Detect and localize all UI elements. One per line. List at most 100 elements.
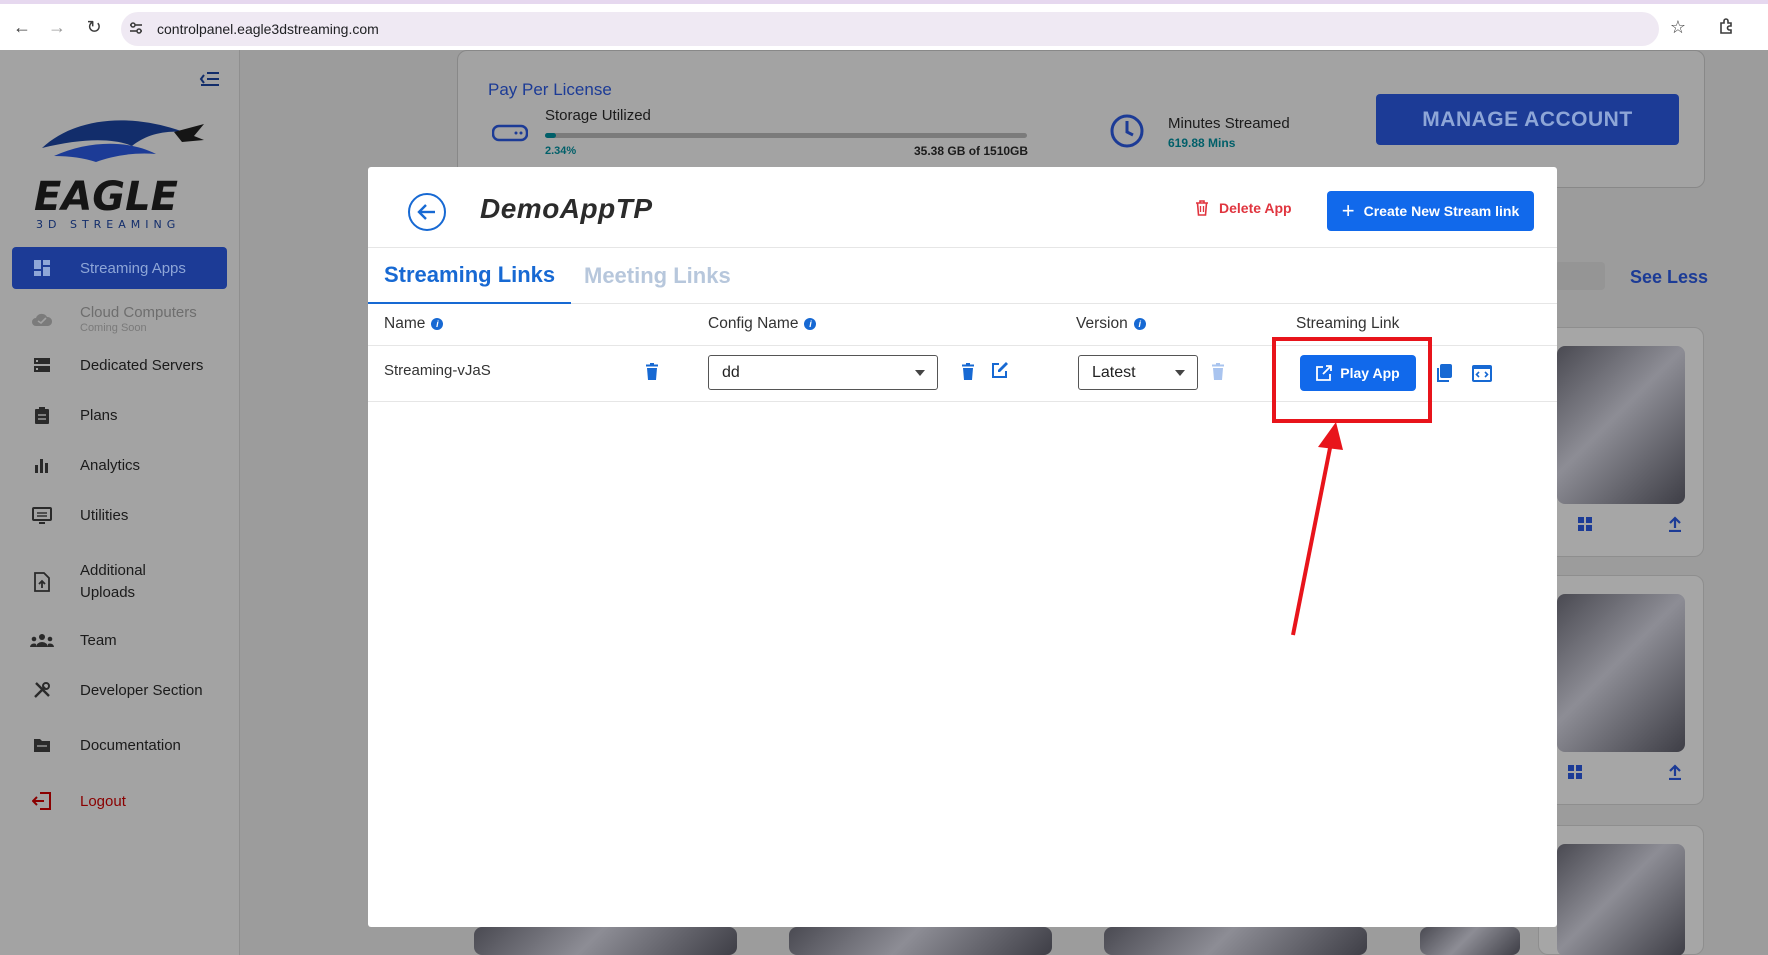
site-settings-icon[interactable] — [128, 20, 144, 36]
create-stream-link-button[interactable]: + Create New Stream link — [1327, 191, 1534, 231]
caret-down-icon — [1175, 370, 1185, 376]
stream-name: Streaming-vJaS — [384, 362, 491, 379]
column-header-name: Name i — [384, 315, 444, 333]
back-button[interactable] — [408, 193, 446, 231]
monitor-icon — [28, 505, 56, 525]
app-thumbnail — [1557, 844, 1685, 955]
upload-icon[interactable] — [1667, 764, 1683, 784]
see-less-link[interactable]: See Less — [1630, 267, 1708, 288]
version-select[interactable]: Latest — [1078, 355, 1198, 390]
app-title: DemoAppTP — [480, 193, 653, 224]
sidebar-item-streaming-apps[interactable]: Streaming Apps — [12, 247, 227, 289]
clipboard-icon — [28, 405, 56, 425]
plus-icon: + — [1341, 198, 1355, 223]
url-text[interactable]: controlpanel.eagle3dstreaming.com — [157, 21, 379, 37]
embed-code-icon[interactable] — [1470, 362, 1494, 384]
sidebar-item-additional-uploads[interactable]: Additional Uploads — [12, 554, 227, 610]
file-upload-icon — [28, 572, 56, 592]
app-thumbnail — [1557, 594, 1685, 752]
sidebar-item-label: Utilities — [80, 506, 129, 524]
sidebar-item-documentation[interactable]: Documentation — [12, 724, 227, 766]
sidebar-item-cloud-computers[interactable]: Cloud Computers Coming Soon — [12, 298, 227, 340]
info-icon[interactable]: i — [1133, 318, 1146, 330]
column-header-label: Version — [1076, 315, 1128, 332]
sidebar-item-label: Logout — [80, 792, 126, 810]
sidebar-item-label: Plans — [80, 406, 118, 424]
arrow-left-icon — [417, 204, 435, 220]
collapse-menu-icon[interactable] — [199, 70, 221, 94]
annotation-arrow — [1291, 422, 1343, 636]
cloud-icon — [28, 309, 56, 329]
sidebar-item-label: Streaming Apps — [80, 259, 186, 277]
storage-icon — [491, 124, 529, 149]
folder-icon — [28, 735, 56, 755]
dashboard-icon — [28, 258, 56, 278]
delete-app-button[interactable]: Delete App — [1195, 200, 1292, 216]
config-select[interactable]: dd — [708, 355, 938, 390]
trash-outline-icon — [1196, 200, 1208, 216]
browser-toolbar: ← → ↻ controlpanel.eagle3dstreaming.com … — [0, 0, 1768, 50]
sidebar-item-label: Cloud Computers — [80, 304, 197, 321]
bookmark-star-icon[interactable]: ☆ — [1668, 17, 1688, 37]
edit-icon[interactable] — [990, 359, 1010, 381]
app-thumbnail — [789, 927, 1052, 955]
app-thumbnail — [1104, 927, 1367, 955]
storage-percent: 2.34% — [545, 145, 577, 157]
clock-icon — [1109, 113, 1145, 154]
info-icon[interactable]: i — [431, 318, 444, 330]
trash-icon[interactable] — [642, 360, 662, 382]
sidebar-item-utilities[interactable]: Utilities — [12, 494, 227, 536]
eagle-logo: EAGLE 3D STREAMING — [34, 110, 214, 231]
copy-icon[interactable] — [1434, 362, 1454, 384]
sidebar-item-label: Developer Section — [80, 681, 203, 699]
windows-icon — [1577, 516, 1593, 536]
extensions-icon[interactable] — [1717, 17, 1737, 37]
app-card[interactable] — [1538, 825, 1704, 955]
column-header-version: Version i — [1076, 315, 1146, 333]
sidebar-item-label: Documentation — [80, 736, 181, 754]
version-select-value: Latest — [1092, 363, 1136, 381]
back-arrow-icon[interactable]: ← — [12, 17, 32, 37]
app-thumbnail — [1557, 346, 1685, 504]
trash-icon[interactable] — [1208, 360, 1228, 382]
sidebar-item-plans[interactable]: Plans — [12, 394, 227, 436]
trash-icon[interactable] — [958, 360, 978, 382]
modal-tabs: Streaming Links Meeting Links — [368, 248, 1557, 304]
column-header-streaming-link: Streaming Link — [1296, 315, 1399, 333]
storage-progress-bar — [545, 133, 1027, 138]
config-select-value: dd — [722, 363, 740, 381]
annotation-highlight-box — [1272, 337, 1432, 423]
info-icon[interactable]: i — [804, 318, 817, 330]
sidebar-item-label: Dedicated Servers — [80, 356, 204, 374]
upload-icon[interactable] — [1667, 516, 1683, 536]
app-details-modal: DemoAppTP Delete App + Create New Stream… — [368, 167, 1557, 927]
modal-header: DemoAppTP Delete App + Create New Stream… — [368, 167, 1557, 248]
sidebar-item-developer-section[interactable]: Developer Section — [12, 669, 227, 711]
app-card[interactable] — [1538, 327, 1704, 557]
reload-icon[interactable]: ↻ — [84, 17, 104, 37]
minutes-label: Minutes Streamed — [1168, 115, 1290, 132]
svg-text:3D STREAMING: 3D STREAMING — [36, 218, 180, 230]
sidebar-item-dedicated-servers[interactable]: Dedicated Servers — [12, 344, 227, 386]
manage-account-button[interactable]: MANAGE ACCOUNT — [1376, 94, 1679, 145]
sidebar-item-team[interactable]: Team — [12, 619, 227, 661]
tab-meeting-links[interactable]: Meeting Links — [584, 248, 731, 304]
delete-app-label: Delete App — [1219, 200, 1292, 216]
caret-down-icon — [915, 370, 925, 376]
app-thumbnail — [474, 927, 737, 955]
column-header-config: Config Name i — [708, 315, 817, 333]
windows-icon — [1567, 764, 1583, 784]
sidebar-item-logout[interactable]: Logout — [12, 780, 227, 822]
sidebar-item-analytics[interactable]: Analytics — [12, 444, 227, 486]
tab-streaming-links[interactable]: Streaming Links — [368, 248, 572, 304]
sidebar: EAGLE 3D STREAMING Streaming Apps Cloud … — [0, 50, 240, 955]
minutes-value: 619.88 Mins — [1168, 136, 1236, 150]
bar-chart-icon — [28, 455, 56, 475]
app-card[interactable] — [1538, 575, 1704, 805]
svg-text:EAGLE: EAGLE — [34, 174, 178, 220]
server-icon — [28, 355, 56, 375]
app-thumbnail — [1420, 927, 1520, 955]
logout-icon — [28, 791, 56, 811]
sidebar-item-label: Analytics — [80, 456, 141, 474]
forward-arrow-icon[interactable]: → — [47, 17, 67, 37]
